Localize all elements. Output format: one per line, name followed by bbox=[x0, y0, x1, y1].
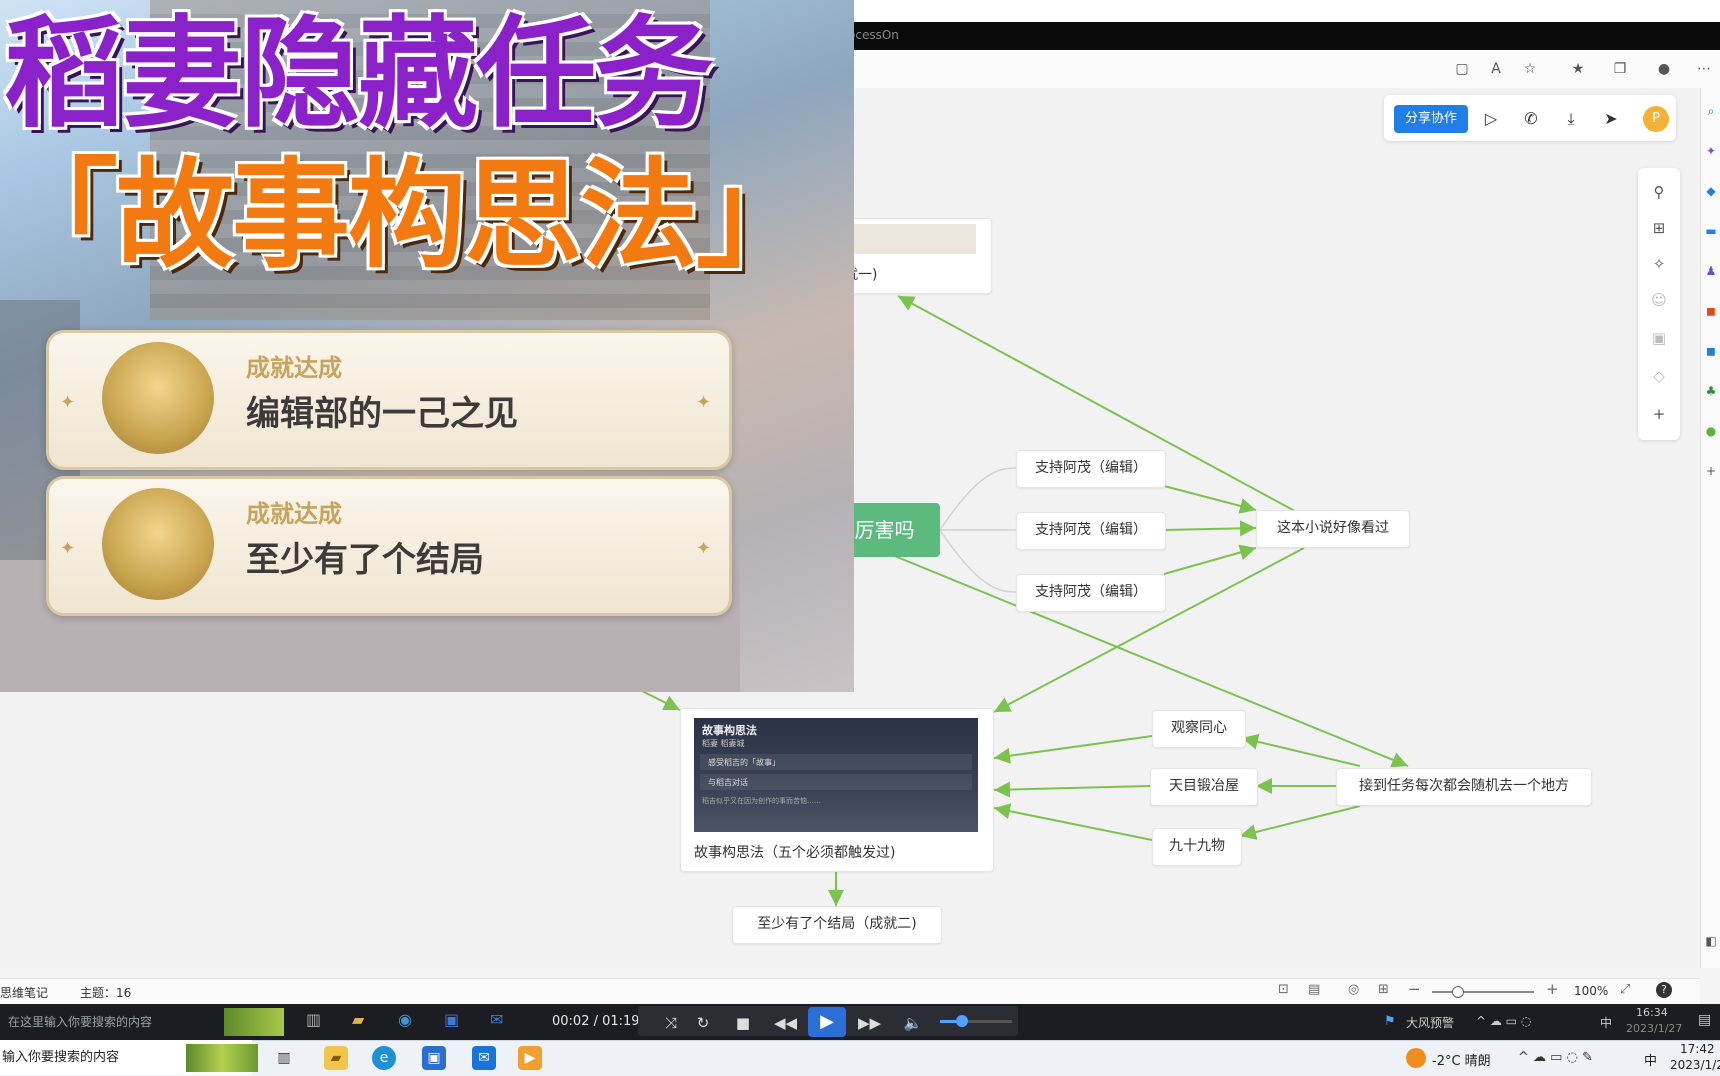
locate-icon[interactable]: ◎ bbox=[1348, 982, 1359, 997]
fullscreen-icon[interactable]: ⤢ bbox=[1620, 982, 1630, 997]
search-highlight-image bbox=[186, 1044, 258, 1072]
tray-icons: ^ ☁ ▭ ◌ bbox=[1476, 1014, 1532, 1028]
quest-card-note: 稻吉似乎又在因为创作的事而苦恼…… bbox=[702, 797, 821, 805]
repeat-icon[interactable]: ↻ bbox=[692, 1012, 714, 1034]
file-explorer-icon[interactable]: ▰ bbox=[324, 1046, 348, 1070]
folder-icon: ▰ bbox=[352, 1010, 365, 1029]
flag-icon: ⚑ bbox=[1384, 1014, 1396, 1029]
edge-icon: ◉ bbox=[398, 1010, 412, 1029]
recorded-search-box: 在这里输入你要搜索的内容 bbox=[8, 1015, 153, 1029]
random-location-node[interactable]: 接到任务每次都会随机去一个地方 bbox=[1336, 768, 1592, 806]
zoom-out-icon[interactable]: − bbox=[1408, 980, 1421, 998]
taskbar-weather[interactable]: -2°C 晴朗 bbox=[1432, 1050, 1491, 1069]
app-name-label: 思维笔记 bbox=[0, 986, 49, 1000]
media-player-icon[interactable]: ▶ bbox=[518, 1046, 542, 1070]
clock-time[interactable]: 17:42 bbox=[1680, 1042, 1715, 1056]
map-icon[interactable]: ⊞ bbox=[1378, 982, 1389, 997]
trophy-icon bbox=[102, 488, 214, 600]
weather-alert: 大风预警 bbox=[1406, 1016, 1455, 1030]
achievement-label-1: 成就达成 bbox=[246, 354, 342, 382]
stop-icon[interactable]: ■ bbox=[732, 1012, 754, 1034]
read-before-node[interactable]: 这本小说好像看过 bbox=[1256, 510, 1410, 548]
quest-card-title: 故事构思法 bbox=[702, 724, 757, 737]
shuffle-icon[interactable]: ⤨ bbox=[660, 1012, 682, 1034]
zoom-in-icon[interactable]: + bbox=[1546, 980, 1559, 998]
sparkle-icon: ✦ bbox=[60, 392, 76, 413]
location-node-3[interactable]: 九十九物 bbox=[1152, 828, 1242, 866]
quest-card-item-2: 与稻吉对话 bbox=[708, 778, 748, 787]
help-icon[interactable]: ? bbox=[1656, 982, 1672, 998]
recorded-clock-date: 2023/1/27 bbox=[1626, 1022, 1683, 1035]
play-button[interactable]: ▶ bbox=[808, 1007, 846, 1037]
support-node-1[interactable]: 支持阿茂（编辑） bbox=[1016, 450, 1166, 488]
fit-icon[interactable]: ⊡ bbox=[1278, 982, 1289, 997]
ending-node[interactable]: 至少有了个结局（成就二) bbox=[732, 906, 942, 944]
trophy-icon bbox=[102, 342, 214, 454]
clock-date[interactable]: 2023/1/2 bbox=[1670, 1058, 1720, 1072]
zoom-level: 100% bbox=[1574, 984, 1609, 998]
overlay-title-line1: 稻妻隐藏任务 bbox=[4, 5, 714, 144]
tray-language: 中 bbox=[1600, 1016, 1613, 1030]
zoom-slider-knob[interactable] bbox=[1452, 986, 1464, 998]
task-view-icon[interactable]: ▥ bbox=[272, 1046, 296, 1070]
store-icon[interactable]: ▣ bbox=[422, 1046, 446, 1070]
mail-icon: ✉ bbox=[490, 1010, 504, 1029]
input-language[interactable]: 中 bbox=[1644, 1050, 1657, 1069]
location-node-2[interactable]: 天目锻冶屋 bbox=[1150, 768, 1258, 806]
task-view-icon: ▥ bbox=[306, 1010, 322, 1029]
layout-icon[interactable]: ▤ bbox=[1308, 982, 1320, 997]
volume-knob[interactable] bbox=[955, 1015, 968, 1027]
topic-count: 主题：16 bbox=[80, 986, 132, 1000]
rewind-icon[interactable]: ◀◀ bbox=[774, 1012, 797, 1034]
achievement-one-thumbnail bbox=[838, 224, 976, 254]
achievement-label-2: 成就达成 bbox=[246, 500, 342, 528]
store-icon: ▣ bbox=[444, 1010, 460, 1029]
support-node-2[interactable]: 支持阿茂（编辑） bbox=[1016, 512, 1166, 550]
volume-icon[interactable]: 🔈 bbox=[902, 1012, 924, 1034]
edge-icon[interactable]: e bbox=[372, 1046, 396, 1070]
fast-forward-icon[interactable]: ▶▶ bbox=[858, 1012, 881, 1034]
sparkle-icon: ✦ bbox=[696, 538, 712, 559]
recorded-clock-time: 16:34 bbox=[1636, 1006, 1668, 1019]
weather-sun-icon[interactable] bbox=[1406, 1048, 1426, 1068]
quest-card-item-1: 感受稻吉的「故事」 bbox=[708, 758, 780, 767]
mail-icon[interactable]: ✉ bbox=[472, 1046, 496, 1070]
support-node-3[interactable]: 支持阿茂（编辑） bbox=[1016, 574, 1166, 612]
taskbar-widget-image bbox=[224, 1008, 284, 1036]
tray-overflow-icons[interactable]: ^ ☁ ▭ ◌ ✎ bbox=[1518, 1050, 1593, 1065]
achievement-name-1: 编辑部的一己之见 bbox=[246, 394, 518, 434]
achievement-name-2: 至少有了个结局 bbox=[246, 540, 484, 580]
sparkle-icon: ✦ bbox=[60, 538, 76, 559]
zoom-slider[interactable] bbox=[1432, 991, 1534, 993]
playback-time: 00:02 / 01:19 bbox=[552, 1014, 640, 1029]
sparkle-icon: ✦ bbox=[696, 392, 712, 413]
notification-icon: ▤ bbox=[1698, 1012, 1712, 1028]
story-method-caption: 故事构思法（五个必须都触发过) bbox=[694, 845, 896, 861]
overlay-title-line2: 「故事构思法」 bbox=[0, 146, 814, 284]
quest-card-image: 故事构思法 稻妻 稻妻城 感受稻吉的「故事」 与稻吉对话 稻吉似乎又在因为创作的… bbox=[694, 718, 978, 832]
quest-card-location: 稻妻 稻妻城 bbox=[702, 739, 745, 748]
location-node-1[interactable]: 观察同心 bbox=[1152, 710, 1246, 748]
